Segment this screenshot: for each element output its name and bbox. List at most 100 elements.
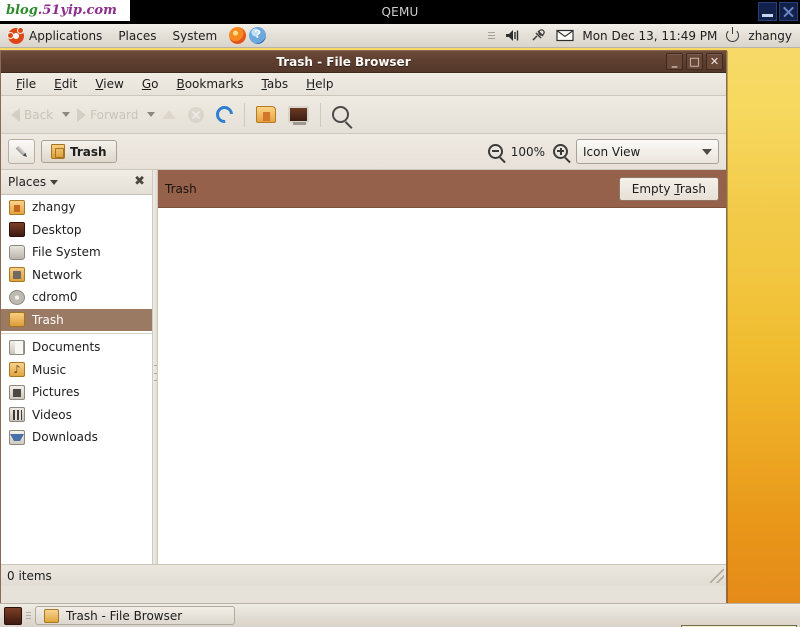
menu-tabs-rest: abs xyxy=(266,77,289,91)
file-browser-window: Trash - File Browser _ □ ✕ File Edit Vie… xyxy=(0,50,727,604)
power-icon[interactable] xyxy=(726,27,740,42)
mail-envelope-icon[interactable] xyxy=(556,28,574,44)
places-menu[interactable]: Places xyxy=(110,25,164,47)
network-plug-icon[interactable] xyxy=(530,28,547,44)
empty-trash-button-label: Empty xyxy=(631,181,675,196)
search-button[interactable] xyxy=(327,103,354,126)
window-minimize-button[interactable]: _ xyxy=(666,53,683,70)
menu-view-rest: iew xyxy=(103,77,124,91)
places-list: zhangy Desktop File System Network cdrom… xyxy=(1,195,152,564)
window-controls: _ □ ✕ xyxy=(666,53,723,70)
panel-grip-handle[interactable] xyxy=(488,30,496,41)
window-maximize-button[interactable]: □ xyxy=(686,53,703,70)
qemu-close-button[interactable] xyxy=(779,2,798,21)
home-folder-icon xyxy=(9,199,25,215)
sidebar-item-label: cdrom0 xyxy=(32,290,78,305)
sidebar-item-label: Documents xyxy=(32,340,101,355)
arrow-left-icon xyxy=(11,107,20,122)
window-resize-grip[interactable] xyxy=(710,568,724,583)
stop-icon xyxy=(188,106,205,123)
sidebar-item-label: Downloads xyxy=(32,430,98,445)
sidebar-item-cdrom0[interactable]: cdrom0 xyxy=(1,286,152,309)
menu-tabs[interactable]: Tabs xyxy=(253,75,298,93)
home-button[interactable] xyxy=(251,103,281,126)
forward-history-chevron-down-icon[interactable] xyxy=(147,112,156,117)
window-body: Places ✖ zhangy Desktop File System Netw… xyxy=(1,170,726,564)
window-title: Trash - File Browser xyxy=(276,54,411,69)
sidebar-item-label: Pictures xyxy=(32,385,80,400)
view-mode-select[interactable]: Icon View xyxy=(576,139,719,164)
videos-folder-icon xyxy=(9,407,25,423)
window-app-icon xyxy=(5,55,19,69)
computer-button[interactable] xyxy=(283,103,314,126)
firefox-icon[interactable] xyxy=(229,27,247,44)
pencil-icon xyxy=(12,142,32,162)
sidebar-item-desktop[interactable]: Desktop xyxy=(1,219,152,242)
location-bar: Trash 100% Icon View xyxy=(1,134,726,170)
toolbar-separator xyxy=(244,102,246,127)
empty-trash-button[interactable]: Empty Trash xyxy=(618,176,719,201)
sidebar-divider xyxy=(1,333,152,334)
menu-help[interactable]: Help xyxy=(297,75,342,93)
places-menu-label: Places xyxy=(118,28,157,43)
breadcrumb-trash[interactable]: Trash xyxy=(41,140,117,163)
content-pane: Trash Empty Trash xyxy=(158,170,726,564)
system-menu[interactable]: System xyxy=(164,25,225,47)
chevron-down-icon xyxy=(50,179,59,185)
menu-go[interactable]: Go xyxy=(133,75,168,93)
location-edit-toggle-button[interactable] xyxy=(8,139,35,164)
window-close-button[interactable]: ✕ xyxy=(706,53,723,70)
sidebar-item-music[interactable]: Music xyxy=(1,359,152,382)
zoom-out-button[interactable] xyxy=(487,144,503,159)
search-icon xyxy=(332,106,350,123)
sidebar-item-videos[interactable]: Videos xyxy=(1,404,152,427)
reload-button[interactable] xyxy=(211,102,238,127)
applications-menu[interactable]: Applications xyxy=(0,25,110,47)
trash-info-bar: Trash Empty Trash xyxy=(158,170,726,208)
sidebar-item-pictures[interactable]: Pictures xyxy=(1,381,152,404)
sidebar-item-file-system[interactable]: File System xyxy=(1,241,152,264)
sidebar-item-documents[interactable]: Documents xyxy=(1,336,152,359)
volume-icon[interactable] xyxy=(504,28,521,44)
stop-button[interactable] xyxy=(183,104,209,126)
sidebar-header[interactable]: Places ✖ xyxy=(1,170,152,195)
back-history-chevron-down-icon[interactable] xyxy=(62,112,71,117)
downloads-folder-icon xyxy=(9,429,25,445)
screen: QEMU blog .51yip.com Applications Places … xyxy=(0,0,800,627)
pane-splitter[interactable] xyxy=(153,170,158,564)
harddisk-icon xyxy=(9,244,25,260)
up-button[interactable] xyxy=(157,107,181,122)
menu-bookmarks[interactable]: Bookmarks xyxy=(167,75,252,93)
qemu-window-controls xyxy=(758,2,798,21)
sidebar-item-downloads[interactable]: Downloads xyxy=(1,426,152,449)
sidebar-header-label: Places xyxy=(8,175,47,189)
splitter-handle[interactable] xyxy=(154,365,157,381)
sidebar-item-trash[interactable]: Trash xyxy=(1,308,152,331)
show-desktop-button[interactable] xyxy=(4,606,22,625)
taskbar-item-trash-file-browser[interactable]: Trash - File Browser xyxy=(35,606,235,625)
sidebar-close-button[interactable]: ✖ xyxy=(134,175,145,188)
forward-button[interactable]: Forward xyxy=(72,105,143,125)
menu-view[interactable]: View xyxy=(86,75,132,93)
qemu-minimize-button[interactable] xyxy=(758,2,777,21)
applications-menu-label: Applications xyxy=(29,28,103,43)
menu-edit[interactable]: Edit xyxy=(45,75,86,93)
back-button[interactable]: Back xyxy=(6,105,58,125)
sidebar-item-zhangy[interactable]: zhangy xyxy=(1,196,152,219)
menu-file[interactable]: File xyxy=(7,75,45,93)
arrow-up-icon xyxy=(162,110,177,119)
file-list-area[interactable] xyxy=(158,208,726,564)
file-browser-titlebar[interactable]: Trash - File Browser _ □ ✕ xyxy=(1,51,726,73)
sidebar-item-network[interactable]: Network xyxy=(1,264,152,287)
clock[interactable]: Mon Dec 13, 11:49 PM xyxy=(582,29,717,43)
zoom-in-button[interactable] xyxy=(553,144,568,159)
pictures-folder-icon xyxy=(9,384,25,400)
breadcrumb-label: Trash xyxy=(70,144,107,159)
taskbar-grip-handle[interactable] xyxy=(26,609,31,623)
chevron-down-icon xyxy=(702,148,712,155)
username-label[interactable]: zhangy xyxy=(748,29,792,43)
sidebar-item-label: zhangy xyxy=(32,200,76,215)
watermark-purple-text: .51yip.com xyxy=(37,3,117,18)
help-icon[interactable]: ? xyxy=(249,27,267,44)
taskbar-item-label: Trash - File Browser xyxy=(66,608,183,623)
